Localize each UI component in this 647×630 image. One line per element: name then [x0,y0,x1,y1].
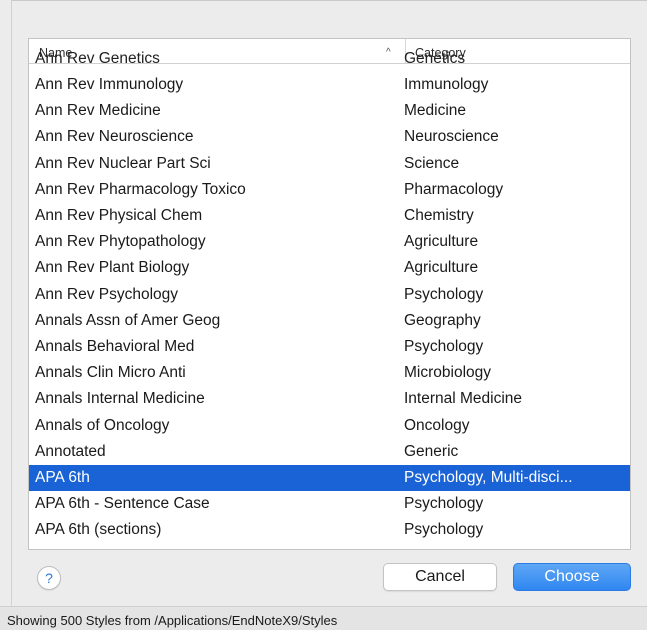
table-row[interactable]: Ann Rev Phytopathology Agriculture [29,229,630,255]
styles-table[interactable]: Name ^ Category Ann Rev Genetics Genetic… [28,38,631,550]
cell-name: Annals Internal Medicine [35,390,205,408]
table-row[interactable]: APA 6th (sections) Psychology [29,517,630,543]
cell-category: Neuroscience [404,128,499,146]
table-body: Ann Rev Genetics Genetics Ann Rev Immuno… [29,50,630,549]
table-row[interactable]: APA 6th Psychology, Multi-disci... [29,465,630,491]
cancel-button[interactable]: Cancel [383,563,497,591]
cell-category: Chemistry [404,207,474,224]
table-row[interactable]: Annals Behavioral Med Psychology [29,334,630,360]
choose-button[interactable]: Choose [513,563,631,591]
table-row[interactable]: Ann Rev Psychology Psychology [29,282,630,308]
cell-name: Ann Rev Neuroscience [35,128,194,146]
cell-category: Science [404,154,460,172]
cell-category: Oncology [404,416,470,434]
cell-category: Genetics [404,50,466,67]
cell-name: APA 6th - Sentence Case [35,495,210,513]
table-row-partial[interactable]: Ann Rev Genetics Genetics [29,46,630,72]
cell-category: Generic [404,442,459,460]
table-row[interactable]: Ann Rev Physical Chem Chemistry [29,203,630,229]
cell-name: APA 6th [35,469,90,486]
cell-name: Annals Clin Micro Anti [35,364,186,382]
table-row[interactable]: Ann Rev Plant Biology Agriculture [29,255,630,281]
table-row[interactable]: Ann Rev Medicine Medicine [29,98,630,124]
cell-category: Geography [404,311,481,329]
cell-category: Psychology [404,521,484,539]
cell-category: Agriculture [404,233,479,251]
cell-category: Agriculture [404,259,479,277]
table-row[interactable]: Annals Clin Micro Anti Microbiology [29,360,630,386]
help-button[interactable]: ? [37,566,61,590]
cell-name: Ann Rev Pharmacology Toxico [35,180,246,198]
cell-category: Pharmacology [404,180,504,198]
cell-category: Psychology [404,338,484,355]
table-row[interactable]: Ann Rev Nuclear Part Sci Science [29,151,630,177]
table-row[interactable]: Annotated Generic [29,439,630,465]
status-bar: Showing 500 Styles from /Applications/En… [0,606,647,630]
cell-category: Psychology, Multi-disci... [404,469,573,486]
cell-name: Ann Rev Nuclear Part Sci [35,154,211,172]
cell-name: Annotated [35,442,106,460]
table-row[interactable]: APA 6th - Sentence Case Psychology [29,491,630,517]
status-text: Showing 500 Styles from /Applications/En… [7,613,338,628]
cell-name: Ann Rev Immunology [35,76,184,93]
table-row[interactable]: Annals of Oncology Oncology [29,413,630,439]
cell-category: Internal Medicine [404,390,523,408]
cell-category: Microbiology [404,364,492,382]
cell-name: Annals Assn of Amer Geog [35,311,221,329]
table-row[interactable]: Ann Rev Neuroscience Neuroscience [29,124,630,150]
cell-name: Ann Rev Medicine [35,102,161,120]
cell-category: Psychology [404,495,484,513]
cell-category: Immunology [404,76,489,93]
table-row[interactable]: Annals Assn of Amer Geog Geography [29,308,630,334]
cell-name: Ann Rev Genetics [35,50,160,67]
cell-name: Ann Rev Phytopathology [35,233,206,251]
cell-category: Psychology [404,285,484,303]
cell-category: Medicine [404,102,467,120]
cell-name: Ann Rev Physical Chem [35,207,203,224]
cell-name: Annals Behavioral Med [35,338,195,355]
cell-name: APA 6th (sections) [35,521,162,539]
cell-name: Annals of Oncology [35,416,170,434]
table-row[interactable]: Ann Rev Pharmacology Toxico Pharmacology [29,177,630,203]
table-row[interactable]: Ann Rev Immunology Immunology [29,72,630,98]
cell-name: Ann Rev Psychology [35,285,179,303]
table-row[interactable]: Annals Internal Medicine Internal Medicin… [29,386,630,412]
cell-name: Ann Rev Plant Biology [35,259,190,277]
